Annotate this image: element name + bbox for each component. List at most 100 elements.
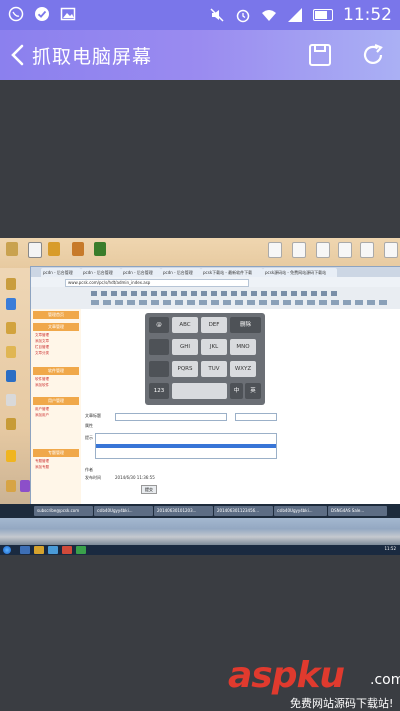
desktop-icon[interactable] — [6, 450, 16, 462]
form-row: 发布时间 2014/6/30 11:36:55 — [85, 475, 397, 482]
keyboard-key[interactable]: DEF — [201, 317, 227, 333]
wifi-icon — [262, 10, 276, 21]
keyboard-key[interactable] — [149, 361, 169, 377]
sidebar-item[interactable]: 软件管理 — [35, 377, 49, 382]
window-item[interactable]: cslb40Ugyy4bki... — [94, 506, 153, 516]
window-item[interactable]: subscribe@pcsk.com — [34, 506, 93, 516]
browser-window[interactable]: pcdn - 后台管理 pcdn - 后台管理 pcdn - 后台管理 pcdn… — [30, 266, 400, 506]
desktop-icon[interactable] — [6, 242, 18, 256]
taskbar-button[interactable] — [20, 546, 30, 554]
keyboard-key[interactable]: @ — [149, 317, 169, 333]
keyboard-key[interactable]: ABC — [172, 317, 198, 333]
keyboard-key[interactable] — [149, 339, 169, 355]
desktop-icon[interactable] — [6, 298, 16, 310]
sidebar-item[interactable]: 添加用户 — [35, 413, 49, 418]
desktop-icon[interactable] — [6, 370, 16, 382]
desktop-wallpaper — [0, 518, 400, 545]
form-row: 文章标题 — [85, 413, 397, 421]
category-select[interactable] — [235, 413, 277, 421]
image-icon — [60, 7, 76, 21]
keyboard-key[interactable]: 英 — [245, 383, 261, 399]
page-title: 抓取电脑屏幕 — [32, 46, 153, 68]
desktop-icon[interactable] — [338, 242, 352, 258]
sidebar-item[interactable]: 文章管理 — [35, 333, 49, 338]
browser-tab[interactable]: pcdn - 后台管理 — [81, 268, 121, 277]
save-icon[interactable] — [308, 43, 332, 67]
sidebar-item[interactable]: 专题管理 — [35, 459, 49, 464]
taskbar-clock: 11:52 — [384, 546, 396, 551]
sidebar-section[interactable]: 用户管理 — [33, 397, 79, 405]
sidebar-item[interactable]: 用户管理 — [35, 407, 49, 412]
whatsapp-icon — [8, 6, 24, 22]
desktop-icon[interactable] — [20, 480, 30, 492]
window-item[interactable]: DSNG4AS Sale... — [328, 506, 387, 516]
browser-tab[interactable]: pcdn - 后台管理 — [121, 268, 161, 277]
keyboard-key[interactable]: TUV — [201, 361, 227, 377]
desktop-icon[interactable] — [268, 242, 282, 258]
desktop-icon[interactable] — [6, 394, 16, 406]
desktop-icon[interactable] — [48, 242, 60, 256]
browser-tab[interactable]: pcsk下载站 - 最新软件下载 — [201, 268, 263, 277]
taskbar-button[interactable] — [76, 546, 86, 554]
form-row: 作者 — [85, 467, 397, 474]
editor-toolbar — [31, 287, 400, 309]
toolbar-buttons[interactable] — [91, 300, 391, 305]
status-bar: 11:52 — [0, 0, 400, 30]
keyboard-key[interactable]: JKL — [201, 339, 227, 355]
publish-date[interactable]: 2014/6/30 11:36:55 — [115, 475, 155, 480]
desktop-icon[interactable] — [6, 278, 16, 290]
watermark-domain: .com — [370, 672, 400, 688]
field-label: 作者 — [85, 467, 93, 472]
taskbar-button[interactable] — [34, 546, 44, 554]
desktop-icon[interactable] — [360, 242, 374, 258]
keyboard-key[interactable]: WXYZ — [230, 361, 256, 377]
sidebar-item[interactable]: 添加专题 — [35, 465, 49, 470]
window-item[interactable]: 201406301123456... — [214, 506, 273, 516]
window-item[interactable]: cslb40Ugyy4bki... — [274, 506, 327, 516]
desktop-icon[interactable] — [6, 418, 16, 430]
desktop-icon[interactable] — [28, 242, 42, 258]
title-input[interactable] — [115, 413, 227, 421]
field-label: 发布时间 — [85, 475, 101, 480]
desktop-icon[interactable] — [72, 242, 84, 256]
desktop-icon[interactable] — [94, 242, 106, 256]
keyboard-key[interactable]: PQRS — [172, 361, 198, 377]
alarm-icon — [236, 9, 250, 23]
taskbar-button[interactable] — [62, 546, 72, 554]
keyboard-key[interactable]: GHI — [172, 339, 198, 355]
start-button[interactable] — [3, 546, 11, 554]
sidebar-section[interactable]: 专题管理 — [33, 449, 79, 457]
desktop-icon[interactable] — [316, 242, 330, 258]
keyboard-space-key[interactable] — [172, 383, 227, 399]
keyboard-key[interactable]: 123 — [149, 383, 169, 399]
window-item[interactable]: 20140630101203... — [154, 506, 213, 516]
keyboard-key[interactable]: 删除 — [230, 317, 261, 333]
desktop-icon[interactable] — [384, 242, 398, 258]
browser-tab[interactable]: pcdn - 后台管理 — [41, 268, 81, 277]
desktop-icon[interactable] — [292, 242, 306, 258]
keyboard-key[interactable]: 中 — [230, 383, 243, 399]
refresh-icon[interactable] — [361, 43, 385, 67]
sidebar-item[interactable]: 添加文章 — [35, 339, 49, 344]
browser-tab[interactable]: pcdn - 后台管理 — [161, 268, 201, 277]
sidebar-section[interactable]: 文章管理 — [33, 323, 79, 331]
sidebar-item[interactable]: 文章分类 — [35, 351, 49, 356]
back-icon[interactable] — [8, 42, 32, 68]
keyboard-key[interactable]: MNO — [230, 339, 256, 355]
desktop-icon[interactable] — [6, 346, 16, 358]
sidebar-item[interactable]: 栏目管理 — [35, 345, 49, 350]
toolbar-buttons[interactable] — [91, 291, 341, 296]
signal-icon — [288, 8, 302, 22]
sidebar-section[interactable]: 软件管理 — [33, 367, 79, 375]
browser-tab[interactable]: pcsk源码站 - 免费网站源码下载站 — [263, 268, 337, 277]
desktop-icon[interactable] — [6, 480, 16, 492]
taskbar-button[interactable] — [48, 546, 58, 554]
watermark-brand: aspku — [228, 655, 345, 696]
sidebar-item[interactable]: 添加软件 — [35, 383, 49, 388]
captured-screenshot[interactable]: pcdn - 后台管理 pcdn - 后台管理 pcdn - 后台管理 pcdn… — [0, 238, 400, 555]
windows-taskbar: 11:52 — [0, 545, 400, 555]
desktop-icon[interactable] — [6, 322, 16, 334]
status-time: 11:52 — [343, 5, 392, 25]
submit-button[interactable]: 提交 — [141, 485, 157, 494]
url-field[interactable]: www.pcsk.com/pc/s/hdt/admin_index.asp — [65, 279, 249, 287]
